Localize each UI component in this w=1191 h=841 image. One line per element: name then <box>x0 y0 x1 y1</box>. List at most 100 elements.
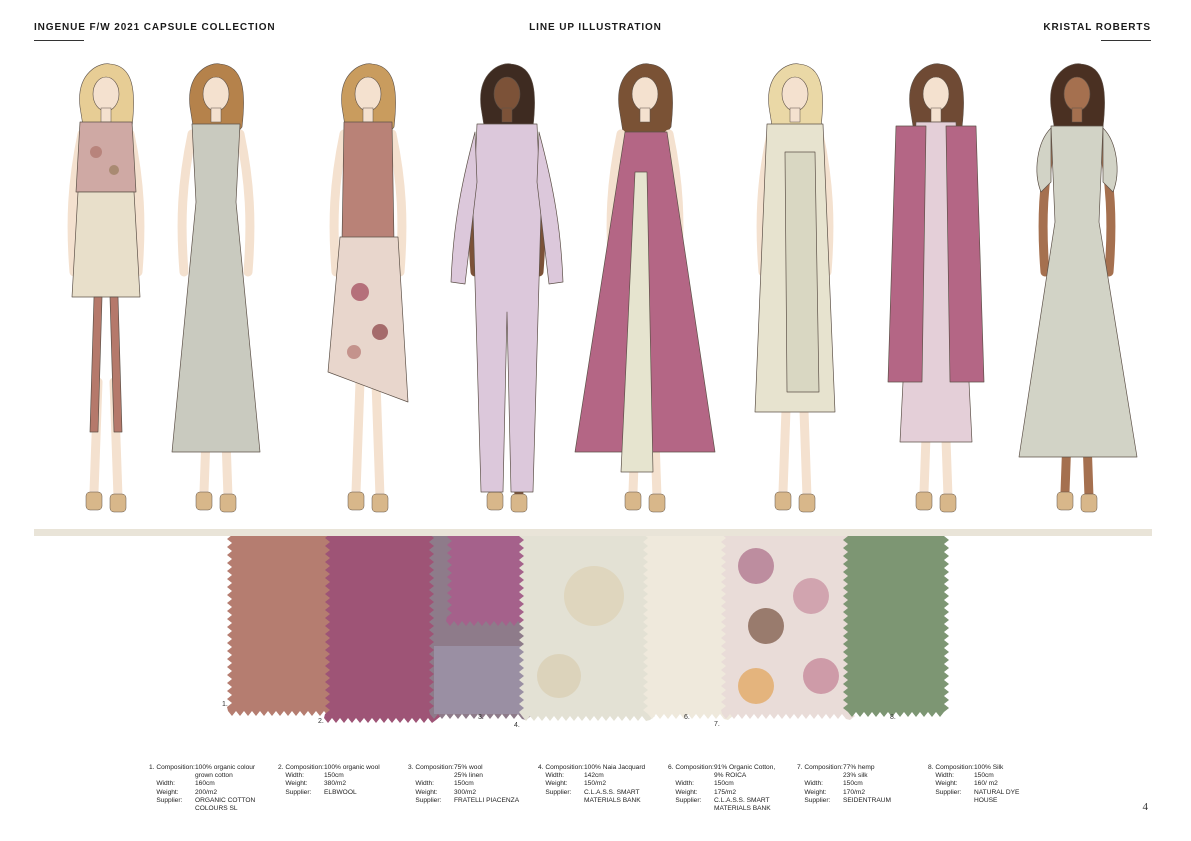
spec-key: Supplier: <box>538 788 572 796</box>
spec-value: COLOURS SL <box>195 805 238 813</box>
spec-key: 4. Composition: <box>538 764 584 771</box>
spec-value: ELBWOOL <box>324 788 357 796</box>
spec-value: MATERIALS BANK <box>584 796 641 804</box>
fabric-swatch-organic-cotton-roica <box>643 536 733 720</box>
spec-value: HOUSE <box>974 796 998 804</box>
look-figure-7-mauve-coat <box>887 63 985 513</box>
spec-key: 7. Composition: <box>797 764 843 771</box>
look-figure-5-mauve-wrap-gown <box>574 63 716 513</box>
fabric-swatch-label: 2. <box>318 718 324 725</box>
page-number: 4 <box>1142 801 1149 813</box>
lineup-illustration <box>67 63 1138 513</box>
spec-value: 200/m2 <box>195 788 217 796</box>
spec-key: Width: <box>408 780 435 788</box>
spec-key <box>408 772 454 780</box>
spec-value: 25% linen <box>454 772 483 780</box>
spec-value: C.L.A.S.S. SMART <box>714 796 770 804</box>
spec-value: 23% silk <box>843 772 868 780</box>
spec-key: Width: <box>928 772 955 780</box>
spec-key <box>538 797 584 805</box>
spec-key: 6. Composition: <box>668 764 714 771</box>
fabric-spec-5: 6. Composition: 91% Organic Cotton, 9% RO… <box>668 764 775 813</box>
spec-key <box>668 772 714 780</box>
spec-value: 150cm <box>974 772 994 780</box>
fabric-spec-4: 4. Composition: 100% Naia Jacquard Width:… <box>538 764 645 805</box>
spec-value: 170/m2 <box>843 788 865 796</box>
spec-value: 150cm <box>714 780 734 788</box>
spec-value: 150/m2 <box>584 780 606 788</box>
look-figure-3-floral-asymmetric-skirt <box>327 63 409 513</box>
spec-value: 300/m2 <box>454 788 476 796</box>
spec-key: Weight: <box>149 788 179 796</box>
spec-value: 380/m2 <box>324 780 346 788</box>
spec-value: ORGANIC COTTON <box>195 796 256 804</box>
spec-key <box>928 797 974 805</box>
spec-value: FRATELLI PIACENZA <box>454 796 520 804</box>
spec-key: Supplier: <box>797 796 831 804</box>
spec-value: 100% Naia Jacquard <box>584 764 646 771</box>
spec-key: Supplier: <box>668 796 702 804</box>
look-figure-8-sage-gown <box>1018 63 1138 513</box>
spec-value: SEIDENTRAUM <box>843 796 891 804</box>
look-figure-1-floral-mini-dress <box>67 63 145 513</box>
fabric-spec-3: 3. Composition: 75% wool 25% linen Width:… <box>408 764 519 805</box>
fabric-swatch-wool-linen <box>429 536 531 720</box>
spec-key: Width: <box>278 772 305 780</box>
spec-key: Supplier: <box>928 788 962 796</box>
collection-title-underline <box>34 40 84 41</box>
spec-value: 142cm <box>584 772 604 780</box>
spec-value: 175/m2 <box>714 788 736 796</box>
spec-value: NATURAL DYE <box>974 788 1020 796</box>
spec-value: 160cm <box>195 780 215 788</box>
fabric-spec-6: 7. Composition: 77% hemp 23% silk Width: 1… <box>797 764 891 805</box>
fabric-swatch-label: 8. <box>890 714 896 721</box>
spec-value: 75% wool <box>454 764 483 771</box>
fabric-spec-1: 1. Composition: 100% organic colour grown… <box>149 764 255 813</box>
spec-key: Width: <box>668 780 695 788</box>
designer-name-underline <box>1101 40 1151 41</box>
spec-key: 2. Composition: <box>278 764 324 771</box>
spec-value: 150cm <box>454 780 474 788</box>
runway-floor <box>34 529 1152 536</box>
spec-value: 100% organic colour <box>195 764 256 771</box>
fabric-swatch-label: 3. <box>478 714 484 721</box>
spec-key: 3. Composition: <box>408 764 454 771</box>
fabric-swatch-label: 7. <box>714 721 720 728</box>
spec-value: 100% organic wool <box>324 764 380 771</box>
fabric-swatch-jacquard <box>519 536 655 721</box>
fabric-swatch-organic-cotton <box>227 536 337 716</box>
fabric-swatches: 1. 2. 3. 4. 6. 7. 8. <box>222 536 949 729</box>
spec-key <box>149 805 195 813</box>
spec-value: 9% ROICA <box>714 772 747 780</box>
fabric-swatch-silk <box>843 536 949 717</box>
spec-value: grown cotton <box>195 772 233 780</box>
spec-key: Weight: <box>538 780 568 788</box>
spec-key <box>797 772 843 780</box>
spec-key <box>149 772 195 780</box>
designer-name: KRISTAL ROBERTS <box>1043 22 1151 33</box>
look-figure-4-lilac-jumpsuit <box>450 63 564 513</box>
spec-value: 100% Silk <box>974 764 1004 771</box>
fabric-swatch-floral-hemp-silk <box>721 536 855 720</box>
spec-value: C.L.A.S.S. SMART <box>584 788 640 796</box>
spec-value: MATERIALS BANK <box>714 805 771 813</box>
spec-key: 8. Composition: <box>928 764 974 771</box>
spec-value: 160/ m2 <box>974 780 998 788</box>
section-title: LINE UP ILLUSTRATION <box>529 22 662 33</box>
spec-key: Weight: <box>408 788 438 796</box>
spec-key: Supplier: <box>149 796 183 804</box>
spec-key: Weight: <box>668 788 698 796</box>
spec-key: Width: <box>538 772 565 780</box>
spec-key: Supplier: <box>278 788 312 796</box>
spec-value: 150cm <box>324 772 344 780</box>
spec-key <box>668 805 714 813</box>
spec-key: Weight: <box>278 780 308 788</box>
spec-value: 150cm <box>843 780 863 788</box>
spec-value: 77% hemp <box>843 764 875 771</box>
spec-key: 1. Composition: <box>149 764 195 771</box>
spec-key: Width: <box>797 780 824 788</box>
fabric-swatch-label: 4. <box>514 722 520 729</box>
fabric-spec-7: 8. Composition: 100% Silk Width: 150cm Wei… <box>928 764 1019 805</box>
spec-value: 91% Organic Cotton, <box>714 764 776 771</box>
look-figure-6-lace-cami-dress <box>754 63 836 513</box>
